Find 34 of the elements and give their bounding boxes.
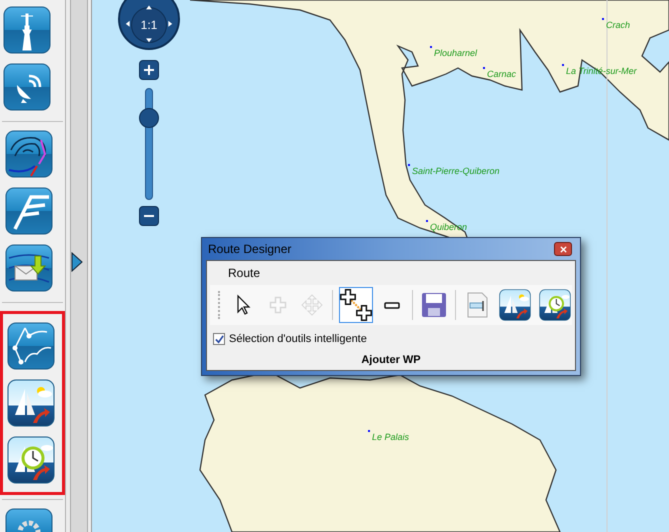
place-label: Le Palais [372,431,410,444]
menu-item[interactable]: Route [210,264,278,282]
zoom-ratio-button[interactable]: 1:1 [131,7,167,43]
sidebar-tool-button[interactable] [3,6,51,54]
toolbar-button[interactable] [538,287,572,323]
dialog-title: Route Designer [208,241,292,258]
linked-plus-icon [340,289,372,321]
checkbox[interactable] [213,333,225,346]
pan-compass[interactable]: 1:1 [118,0,180,50]
sidebar-tool-button[interactable] [5,244,53,292]
sidebar-tool-button[interactable] [5,187,53,235]
move-arrows-icon [300,293,324,317]
zoom-out-button[interactable] [139,206,159,226]
close-button[interactable] [554,242,572,256]
status-text: Ajouter WP [360,352,422,368]
zoom-slider-thumb[interactable] [139,108,159,128]
toolbar-button[interactable] [498,287,532,323]
sidebar-tool-button[interactable] [7,436,55,484]
plus-icon [143,64,155,76]
sidebar-tool-button[interactable] [5,130,53,178]
checkbox-label: Sélection d'outils intelligente [229,332,367,347]
sidebar-tool-button[interactable] [7,322,55,370]
minus-icon [384,302,400,308]
place-label: Plouharnel [434,47,478,60]
expand-arrow-icon[interactable] [71,252,83,272]
place-label: Carnac [487,68,516,81]
toolbar-button[interactable] [338,287,373,323]
close-icon [560,246,566,252]
place-label: Crach [606,19,630,32]
zoom-slider[interactable] [139,88,159,200]
zoom-in-button[interactable] [139,60,159,80]
place-label: Saint-Pierre-Quiberon [412,165,500,178]
sidebar-tool-button[interactable] [7,379,55,427]
sidebar-tool-button[interactable] [3,63,51,111]
